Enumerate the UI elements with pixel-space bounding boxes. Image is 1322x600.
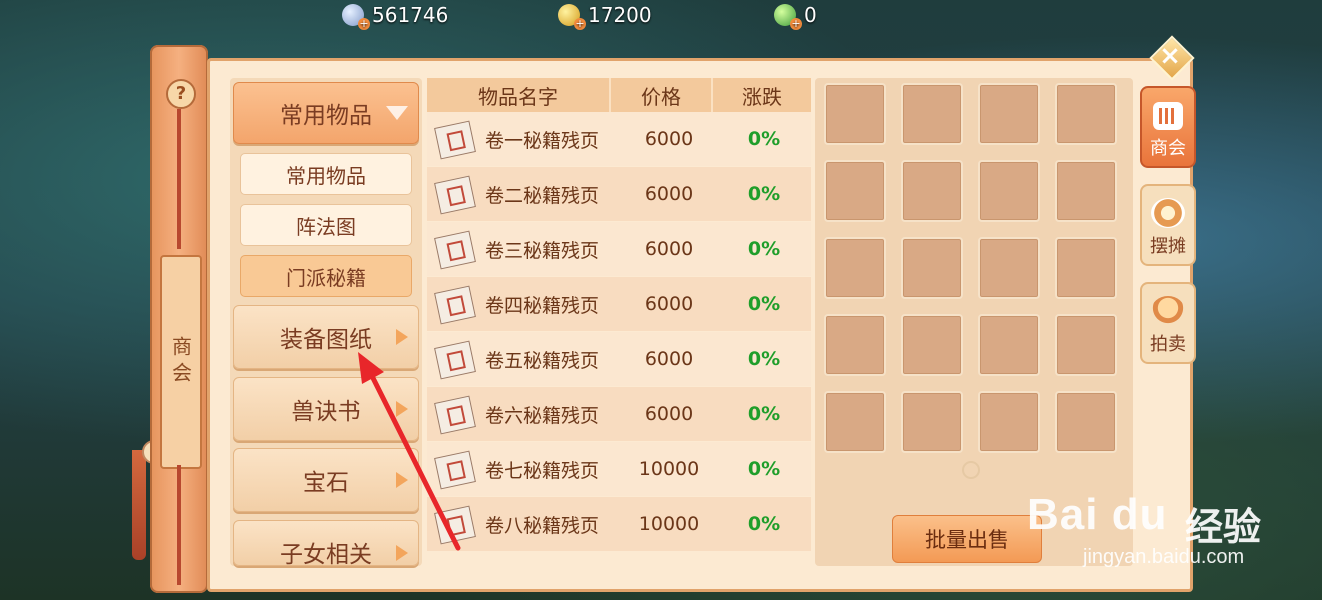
watermark-logo: Bai du bbox=[1027, 490, 1168, 539]
watermark: Bai du 经验 jingyan.baidu.com bbox=[1025, 460, 1315, 590]
watermark-url: jingyan.baidu.com bbox=[1083, 546, 1245, 568]
watermark-text: 经验 bbox=[1185, 505, 1262, 549]
